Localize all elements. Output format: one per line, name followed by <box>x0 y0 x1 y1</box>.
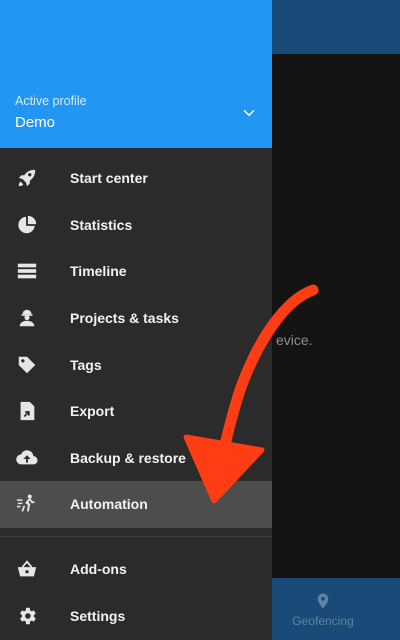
menu-item-export[interactable]: Export <box>0 388 272 435</box>
location-pin-icon <box>317 593 329 609</box>
menu-item-label: Timeline <box>70 263 127 280</box>
export-icon <box>16 400 38 422</box>
cloud-upload-icon <box>16 447 38 469</box>
running-person-icon <box>16 493 38 515</box>
menu-item-label: Add-ons <box>70 561 127 578</box>
menu-item-backup-restore[interactable]: Backup & restore <box>0 435 272 482</box>
menu-divider <box>0 536 272 537</box>
timeline-icon <box>16 260 38 282</box>
geofencing-tab-label: Geofencing <box>292 614 354 628</box>
chevron-down-icon[interactable] <box>240 104 258 122</box>
menu-item-settings[interactable]: Settings <box>0 593 272 640</box>
background-hint-text: evice. <box>276 332 313 348</box>
menu-item-timeline[interactable]: Timeline <box>0 248 272 295</box>
menu-item-add-ons[interactable]: Add-ons <box>0 546 272 593</box>
menu-item-label: Settings <box>70 607 126 624</box>
pie-chart-icon <box>16 214 38 236</box>
geofencing-tab[interactable]: Geofencing <box>273 578 373 640</box>
menu-item-start-center[interactable]: Start center <box>0 155 272 202</box>
navigation-drawer: Active profile Demo Start center Statist… <box>0 0 272 640</box>
menu-item-statistics[interactable]: Statistics <box>0 202 272 249</box>
active-profile-value: Demo <box>15 114 56 131</box>
menu-item-automation[interactable]: Automation <box>0 481 272 528</box>
basket-icon <box>16 558 38 580</box>
worker-icon <box>16 307 38 329</box>
tag-icon <box>16 354 38 376</box>
menu-item-label: Tags <box>70 356 102 373</box>
menu-item-label: Export <box>70 403 115 420</box>
menu-item-tags[interactable]: Tags <box>0 341 272 388</box>
menu-item-label: Backup & restore <box>70 449 186 466</box>
menu-item-projects-tasks[interactable]: Projects & tasks <box>0 295 272 342</box>
drawer-menu-secondary: Add-ons Settings <box>0 546 272 639</box>
menu-item-label: Projects & tasks <box>70 310 179 327</box>
gear-icon <box>16 605 38 627</box>
rocket-icon <box>16 167 38 189</box>
active-profile-label: Active profile <box>15 94 87 108</box>
menu-item-label: Start center <box>70 170 148 187</box>
menu-item-label: Automation <box>70 496 148 513</box>
drawer-menu: Start center Statistics Timeline Project… <box>0 155 272 528</box>
drawer-header[interactable]: Active profile Demo <box>0 0 272 148</box>
menu-item-label: Statistics <box>70 216 133 233</box>
